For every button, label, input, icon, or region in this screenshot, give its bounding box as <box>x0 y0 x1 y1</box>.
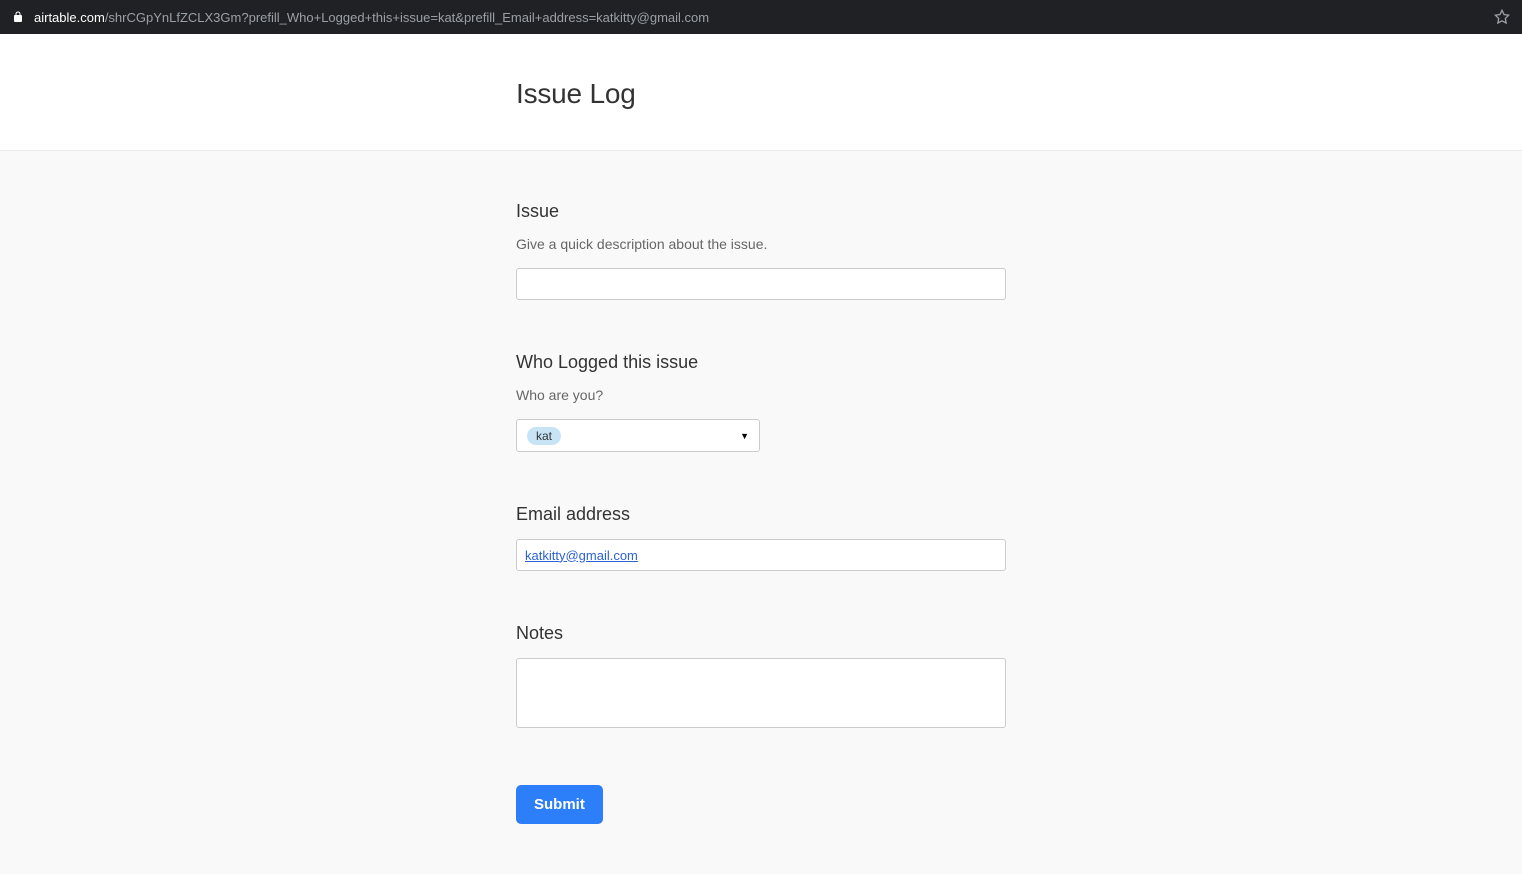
submit-button[interactable]: Submit <box>516 785 603 824</box>
page-title: Issue Log <box>516 78 1006 110</box>
who-select[interactable]: kat ▼ <box>516 419 760 452</box>
browser-address-bar: airtable.com/shrCGpYnLfZCLX3Gm?prefill_W… <box>0 0 1522 34</box>
email-field-block: Email address katkitty@gmail.com <box>516 504 1006 571</box>
who-selected-pill: kat <box>527 427 561 445</box>
bookmark-star-icon[interactable] <box>1494 9 1510 25</box>
url-domain: airtable.com <box>34 10 105 25</box>
page-header: Issue Log <box>0 34 1522 151</box>
email-input[interactable]: katkitty@gmail.com <box>516 539 1006 571</box>
form-area: Issue Give a quick description about the… <box>0 151 1522 874</box>
url-container[interactable]: airtable.com/shrCGpYnLfZCLX3Gm?prefill_W… <box>12 10 709 25</box>
who-help-text: Who are you? <box>516 387 1006 403</box>
issue-help-text: Give a quick description about the issue… <box>516 236 1006 252</box>
email-value-link[interactable]: katkitty@gmail.com <box>525 548 638 563</box>
notes-field-block: Notes <box>516 623 1006 733</box>
url-text: airtable.com/shrCGpYnLfZCLX3Gm?prefill_W… <box>34 10 709 25</box>
issue-field-block: Issue Give a quick description about the… <box>516 201 1006 300</box>
lock-icon <box>12 11 24 23</box>
issue-input[interactable] <box>516 268 1006 300</box>
issue-label: Issue <box>516 201 1006 222</box>
who-field-block: Who Logged this issue Who are you? kat ▼ <box>516 352 1006 452</box>
notes-label: Notes <box>516 623 1006 644</box>
url-path: /shrCGpYnLfZCLX3Gm?prefill_Who+Logged+th… <box>105 10 709 25</box>
notes-textarea[interactable] <box>516 658 1006 728</box>
chevron-down-icon: ▼ <box>740 431 749 441</box>
who-label: Who Logged this issue <box>516 352 1006 373</box>
email-label: Email address <box>516 504 1006 525</box>
